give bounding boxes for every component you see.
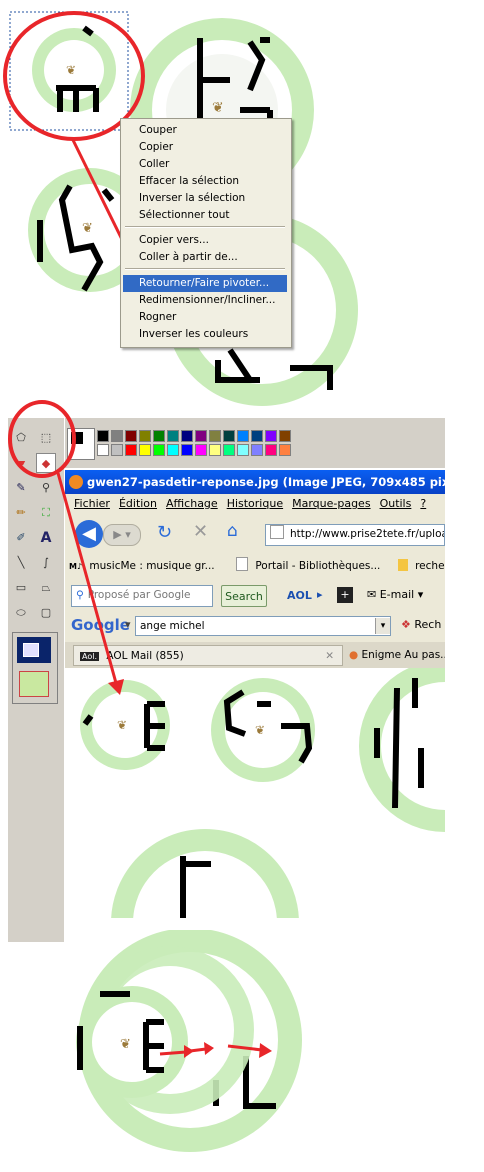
- image-content: ❦ ❦: [65, 668, 445, 918]
- menu-item-inverser-selection[interactable]: Inverser la sélection: [123, 190, 287, 207]
- svg-text:❦: ❦: [82, 221, 93, 236]
- plates-image: ❦ ❦: [80, 668, 445, 918]
- menu-item-redimensionner-incliner[interactable]: Redimensionner/Incliner...: [123, 292, 287, 309]
- menu-item-copier[interactable]: Copier: [123, 139, 287, 156]
- menu-item-selectionner-tout[interactable]: Sélectionner tout: [123, 207, 287, 224]
- menu-separator: [125, 226, 285, 228]
- svg-text:❦: ❦: [212, 100, 224, 116]
- plate-result-small: ❦: [76, 986, 188, 1098]
- plate-small-selected: ❦: [32, 25, 116, 112]
- menu-separator: [125, 268, 285, 270]
- svg-text:❦: ❦: [120, 1037, 131, 1052]
- menu-item-rogner[interactable]: Rogner: [123, 309, 287, 326]
- svg-text:❦: ❦: [117, 718, 127, 732]
- annotation-arrow-line-middle: [56, 472, 118, 684]
- annotation-arrow-head-middle: [108, 679, 124, 695]
- menu-item-coller-a-partir-de[interactable]: Coller à partir de...: [123, 249, 287, 266]
- plate-4: [111, 829, 299, 918]
- menu-item-effacer-selection[interactable]: Effacer la sélection: [123, 173, 287, 190]
- menu-item-couper[interactable]: Couper: [123, 122, 287, 139]
- svg-text:❦: ❦: [66, 63, 76, 77]
- menu-item-retourner-faire-pivoter[interactable]: Retourner/Faire pivoter...: [123, 275, 287, 292]
- menu-item-coller[interactable]: Coller: [123, 156, 287, 173]
- menu-item-inverser-couleurs[interactable]: Inverser les couleurs: [123, 326, 287, 343]
- annotation-layer-middle: [8, 400, 124, 695]
- plates-result-scene: ❦: [76, 930, 302, 1152]
- annotation-circle-toolbox: [8, 400, 76, 478]
- menu-item-copier-vers[interactable]: Copier vers...: [123, 232, 287, 249]
- context-menu: Couper Copier Coller Effacer la sélectio…: [120, 118, 292, 348]
- svg-text:❦: ❦: [255, 723, 265, 737]
